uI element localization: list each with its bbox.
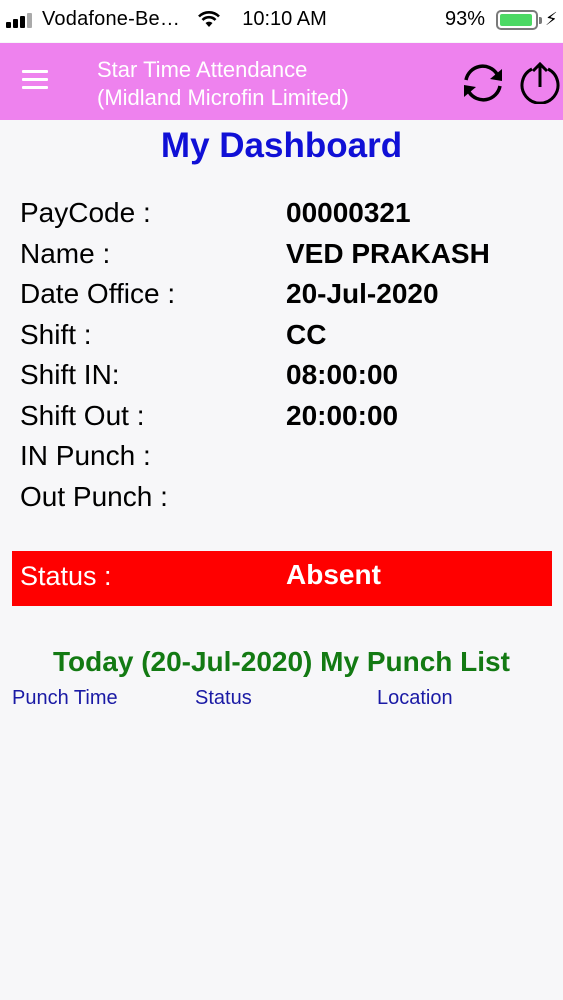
name-value: VED PRAKASH [286, 237, 490, 269]
date-office-value: 20-Jul-2020 [286, 278, 439, 309]
column-header-status: Status [195, 687, 252, 709]
status-bar: Vodafone-Be… 10:10 AM 93% ⚡ [0, 0, 563, 42]
in-punch-label: IN Punch : [20, 440, 151, 471]
punch-list-title: Today (20-Jul-2020) My Punch List [53, 646, 510, 677]
app-title: Star Time Attendance (Midland Microfin L… [97, 56, 349, 112]
shift-value: CC [286, 318, 327, 350]
column-header-location: Location [377, 687, 453, 709]
menu-button[interactable] [22, 70, 50, 92]
shift-out-label: Shift Out : [20, 399, 145, 431]
upload-button[interactable] [518, 60, 562, 105]
battery-percent: 93% [445, 8, 486, 30]
out-punch-label: Out Punch : [20, 480, 168, 512]
app-title-line1: Star Time Attendance [97, 57, 308, 82]
shift-in-label: Shift IN: [20, 359, 120, 390]
page-title: My Dashboard [160, 126, 403, 165]
status-time: 10:10 AM [242, 8, 327, 30]
name-label: Name : [20, 237, 111, 269]
refresh-button[interactable] [458, 61, 508, 105]
refresh-icon [464, 64, 502, 102]
shift-in-value: 08:00:00 [286, 359, 399, 390]
status-value: Absent [286, 559, 381, 590]
app-title-line2: (Midland Microfin Limited) [97, 85, 349, 110]
status-label: Status : [20, 561, 112, 591]
shift-out-value: 20:00:00 [286, 399, 399, 431]
upload-icon [520, 61, 560, 105]
battery-level [500, 14, 532, 26]
app-header: Star Time Attendance (Midland Microfin L… [0, 43, 563, 120]
column-header-punch-time: Punch Time [12, 687, 118, 709]
shift-label: Shift : [20, 318, 92, 350]
paycode-label: PayCode : [20, 197, 151, 228]
battery-icon [496, 10, 542, 30]
paycode-value: 00000321 [286, 197, 411, 228]
date-office-label: Date Office : [20, 278, 176, 309]
status-banner: Status : Absent [12, 551, 552, 606]
charging-bolt-icon: ⚡ [545, 9, 558, 29]
